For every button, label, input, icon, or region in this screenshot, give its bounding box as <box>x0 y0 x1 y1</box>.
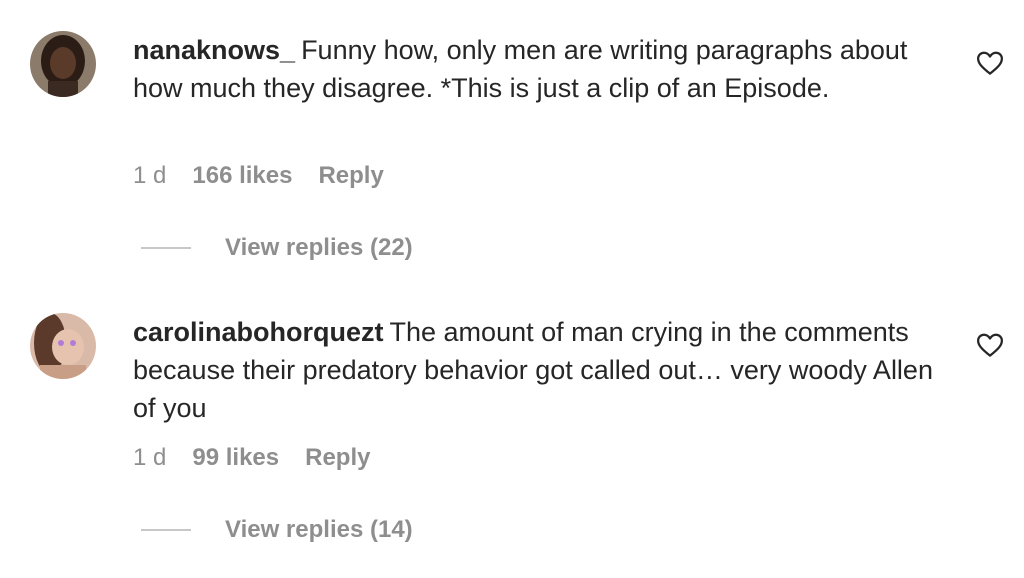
view-replies-label: View replies (22) <box>225 234 413 261</box>
reply-button[interactable]: Reply <box>305 444 370 472</box>
divider-line <box>141 529 191 531</box>
likes-count[interactable]: 166 likes <box>192 162 292 190</box>
view-replies-button[interactable]: View replies (14) <box>141 516 413 544</box>
comment-username[interactable]: nanaknows_ <box>133 35 295 65</box>
avatar[interactable] <box>30 31 96 97</box>
heart-outline-icon[interactable] <box>975 48 1005 78</box>
reply-button[interactable]: Reply <box>318 162 383 190</box>
comment-meta: 1 d 166 likes Reply <box>133 162 384 190</box>
comment-timestamp: 1 d <box>133 162 167 189</box>
comment-body: nanaknows_ Funny how, only men are writin… <box>133 31 933 107</box>
likes-count[interactable]: 99 likes <box>192 444 279 472</box>
comment-timestamp: 1 d <box>133 444 167 471</box>
comment-body: carolinabohorquezt The amount of man cryi… <box>133 313 933 427</box>
comment-meta: 1 d 99 likes Reply <box>133 444 370 472</box>
avatar[interactable] <box>30 313 96 379</box>
comment-username[interactable]: carolinabohorquezt <box>133 317 384 347</box>
heart-outline-icon[interactable] <box>975 330 1005 360</box>
view-replies-button[interactable]: View replies (22) <box>141 234 413 262</box>
divider-line <box>141 247 191 249</box>
view-replies-label: View replies (14) <box>225 516 413 543</box>
